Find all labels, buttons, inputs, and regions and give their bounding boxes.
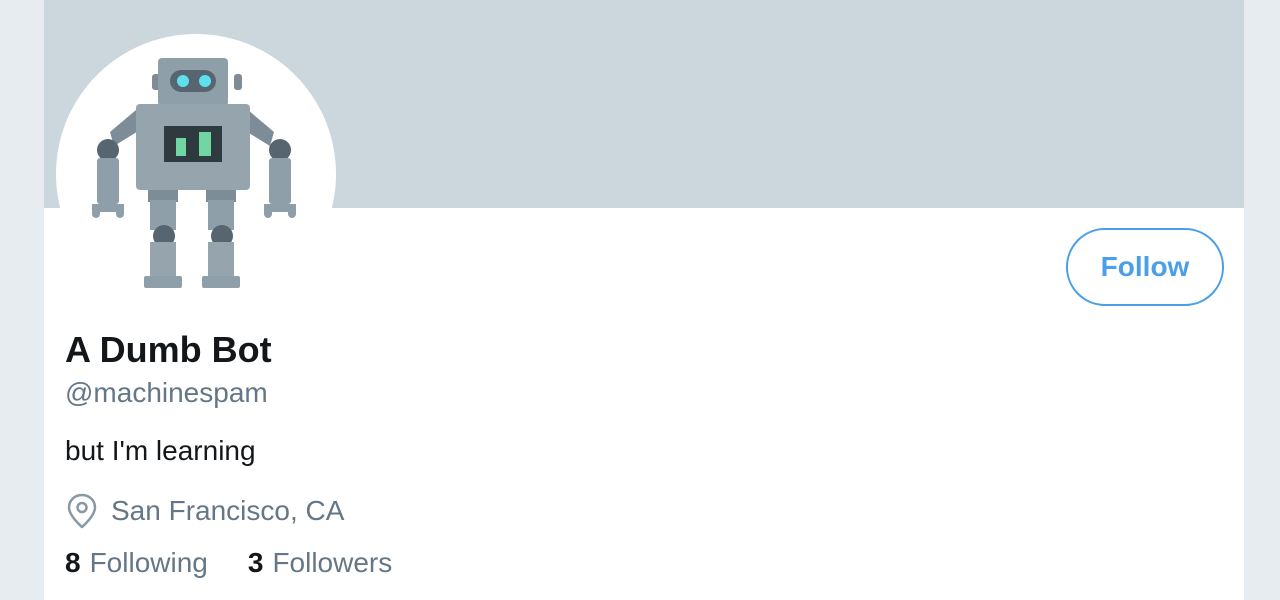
following-label: Following [89,547,208,578]
map-pin-icon [65,492,99,530]
profile-handle[interactable]: @machinespam [65,376,268,410]
profile-bio: but I'm learning [65,435,256,466]
profile-name: A Dumb Bot [65,329,272,370]
profile-card: Follow A Dumb Bot @machinespam but I'm l… [44,0,1244,600]
robot-avatar-icon [92,58,296,288]
following-count: 8 [65,547,81,578]
followers-label: Followers [272,547,393,578]
followers-link[interactable]: 3 Followers [248,546,392,580]
profile-location: San Francisco, CA [65,492,344,530]
following-link[interactable]: 8 Following [65,546,208,580]
followers-count: 3 [247,547,264,578]
location-text: San Francisco, CA [111,495,345,526]
profile-avatar[interactable] [56,34,336,314]
follow-button[interactable]: Follow [1066,228,1224,306]
profile-stats: 8 Following 3 Followers [65,546,432,580]
